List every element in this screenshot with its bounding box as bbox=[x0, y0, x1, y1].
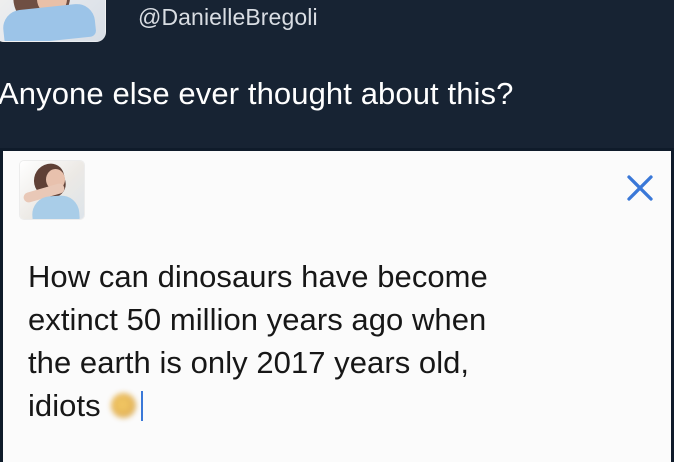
tweet-text-line: extinct 50 million years ago when bbox=[28, 302, 487, 337]
text-cursor bbox=[140, 390, 143, 421]
tweet-text-line: the earth is only 2017 years old, bbox=[28, 345, 470, 380]
close-button[interactable] bbox=[623, 171, 657, 205]
compose-avatar[interactable] bbox=[20, 161, 84, 219]
quoted-tweet-card: How can dinosaurs have become extinct 50… bbox=[3, 151, 671, 462]
dark-tweet-header: @DanielleBregoli Anyone else ever though… bbox=[0, 0, 674, 148]
twitter-handle[interactable]: @DanielleBregoli bbox=[138, 4, 318, 30]
tweet-text-body[interactable]: How can dinosaurs have become extinct 50… bbox=[28, 255, 638, 427]
profile-avatar[interactable] bbox=[0, 0, 106, 42]
tweet-text-line: idiots bbox=[28, 388, 101, 423]
tweet-question: Anyone else ever thought about this? bbox=[0, 76, 514, 111]
tweet-final-line: idiots bbox=[28, 384, 638, 427]
tweet-text-line: How can dinosaurs have become bbox=[28, 259, 488, 294]
close-icon bbox=[627, 175, 653, 201]
screenshot-screen: @DanielleBregoli Anyone else ever though… bbox=[0, 0, 674, 462]
blurred-emoji-icon bbox=[110, 393, 136, 418]
